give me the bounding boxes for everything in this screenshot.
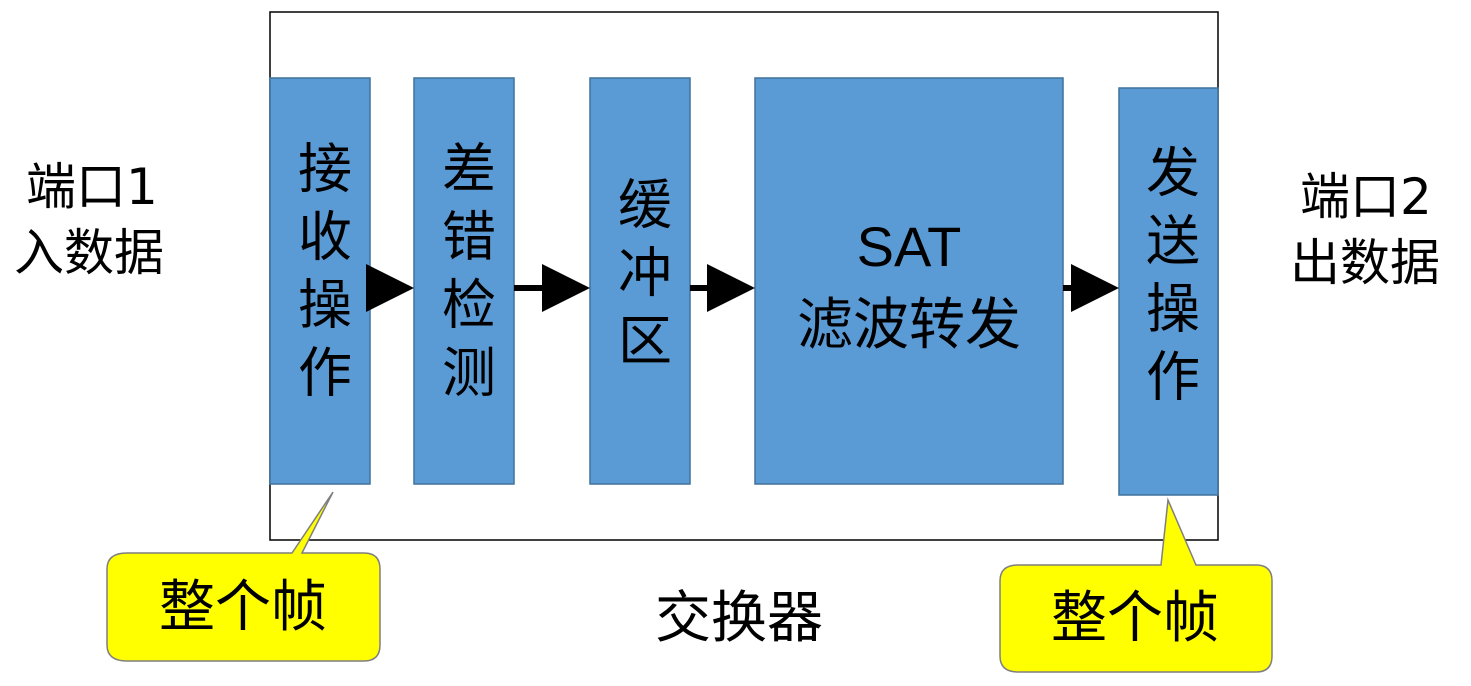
- port2-line1: 端口2: [1300, 168, 1432, 226]
- send-label: 发送操作: [1137, 144, 1200, 416]
- error-check-label: 差错检测: [433, 140, 496, 412]
- sat-label-line1: SAT: [857, 215, 962, 278]
- callout-left-text: 整个帧: [159, 575, 327, 640]
- switch-frame: [269, 11, 1219, 541]
- port2-line2: 出数据: [1290, 234, 1440, 292]
- callout-right-text: 整个帧: [1051, 586, 1219, 651]
- receive-label: 接收操作: [289, 140, 352, 412]
- switch-diagram: 接收操作 差错检测 缓冲区 发送操作 SAT 滤波转发 端口1 入数据 端口2 …: [14, 11, 1440, 673]
- port1-line1: 端口1: [26, 158, 158, 216]
- sat-label-line2: 滤波转发: [797, 293, 1021, 358]
- sat-block: [754, 77, 1064, 485]
- switch-label: 交换器: [655, 586, 823, 651]
- buffer-label: 缓冲区: [609, 176, 672, 380]
- port1-line2: 入数据: [14, 224, 164, 282]
